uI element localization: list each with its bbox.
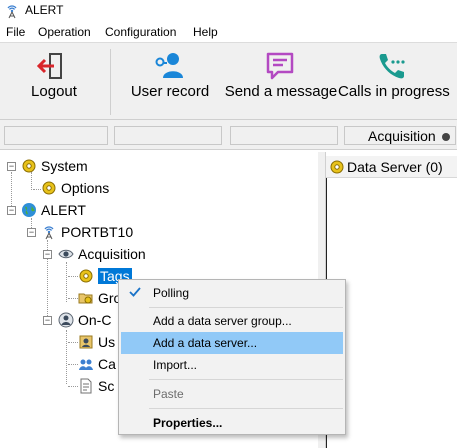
tree-connector [68, 342, 78, 343]
menu-item-add-data-server-group[interactable]: Add a data server group... [121, 310, 343, 332]
antenna-icon [44, 226, 54, 240]
context-menu: Polling Add a data server group... Add a… [118, 279, 346, 435]
phone-icon [379, 54, 405, 79]
collapse-toggle[interactable]: − [43, 316, 52, 325]
status-panel [4, 126, 108, 145]
tree-connector [31, 172, 32, 190]
message-icon [266, 52, 294, 80]
menu-configuration[interactable]: Configuration [103, 25, 178, 39]
data-server-header: Data Server (0) [326, 156, 457, 178]
calls-in-progress-label: Calls in progress [338, 83, 450, 100]
tree-connector [66, 262, 67, 302]
contacts-icon [79, 359, 93, 370]
antenna-icon [7, 5, 17, 19]
logout-button[interactable]: Logout [0, 43, 108, 121]
checkmark-icon [129, 287, 141, 297]
collapse-toggle[interactable]: − [7, 162, 16, 171]
logout-label: Logout [31, 83, 77, 100]
calls-in-progress-button[interactable]: Calls in progress [338, 43, 450, 121]
menu-item-paste: Paste [153, 387, 184, 401]
toolbar-separator [110, 49, 111, 115]
user-circle-icon [58, 312, 74, 328]
menu-item-polling[interactable]: Polling [121, 282, 343, 304]
tree-connector [68, 298, 78, 299]
collapse-toggle[interactable]: − [43, 250, 52, 259]
menu-separator [149, 379, 343, 380]
acquisition-status-label: Acquisition [368, 128, 436, 144]
users-icon [79, 335, 93, 349]
user-record-button[interactable]: User record [124, 43, 216, 121]
user-record-label: User record [130, 83, 210, 100]
tree-connector [33, 189, 41, 190]
status-panel [114, 126, 222, 145]
menu-item-import[interactable]: Import... [121, 354, 343, 376]
document-icon [80, 378, 92, 394]
menu-item-add-data-server[interactable]: Add a data server... [121, 332, 343, 354]
menu-separator [149, 408, 343, 409]
menu-help[interactable]: Help [191, 25, 220, 39]
menu-operation[interactable]: Operation [36, 25, 93, 39]
gear-icon [42, 181, 56, 195]
toolbar: Logout User record Send a message Calls … [0, 42, 457, 120]
acquisition-status-indicator [442, 133, 450, 141]
menu-bar: File Operation Configuration Help [0, 22, 457, 42]
send-message-button[interactable]: Send a message [224, 43, 338, 121]
title-bar: ALERT [0, 0, 457, 22]
folder-gear-icon [78, 293, 93, 304]
logout-icon [36, 53, 62, 79]
status-panel [230, 126, 338, 145]
status-bar: Acquisition [0, 120, 457, 150]
data-server-title: Data Server (0) [347, 159, 443, 175]
tree-connector [68, 364, 78, 365]
send-message-label: Send a message [224, 83, 338, 100]
tree-connector [68, 386, 78, 387]
gear-icon [22, 159, 36, 173]
collapse-toggle[interactable]: − [27, 228, 36, 237]
eye-icon [58, 249, 74, 259]
user-key-icon [155, 53, 183, 78]
menu-file[interactable]: File [4, 25, 27, 39]
window-title: ALERT [25, 3, 64, 17]
gear-icon [330, 160, 344, 174]
collapse-toggle[interactable]: − [7, 206, 16, 215]
gear-icon [79, 269, 93, 283]
tree-connector [68, 276, 78, 277]
menu-separator [149, 307, 343, 308]
tree-connector [66, 330, 67, 384]
globe-icon [22, 203, 36, 217]
menu-item-properties[interactable]: Properties... [121, 412, 343, 434]
